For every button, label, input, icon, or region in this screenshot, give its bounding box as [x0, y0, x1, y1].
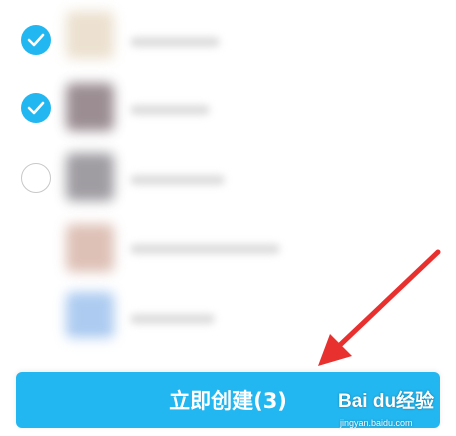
contact-row[interactable] — [0, 73, 456, 143]
avatar — [66, 153, 114, 201]
checked-icon[interactable] — [21, 93, 51, 123]
watermark-url: jingyan.baidu.com — [340, 418, 413, 428]
contact-row[interactable] — [0, 143, 456, 213]
avatar — [66, 83, 114, 131]
unchecked-icon[interactable] — [21, 163, 51, 193]
contact-name — [130, 37, 220, 47]
avatar — [66, 11, 114, 59]
avatar — [66, 224, 114, 272]
contact-name — [130, 244, 280, 254]
contact-row[interactable] — [0, 5, 456, 75]
create-now-label: 立即创建(3) — [169, 389, 287, 413]
contact-list — [0, 0, 456, 360]
contact-name — [130, 314, 215, 324]
contact-name — [130, 175, 225, 185]
contact-name — [130, 105, 210, 115]
contact-row[interactable] — [0, 212, 456, 282]
baidu-watermark: Bai du经验 — [338, 391, 435, 412]
checked-icon[interactable] — [21, 25, 51, 55]
